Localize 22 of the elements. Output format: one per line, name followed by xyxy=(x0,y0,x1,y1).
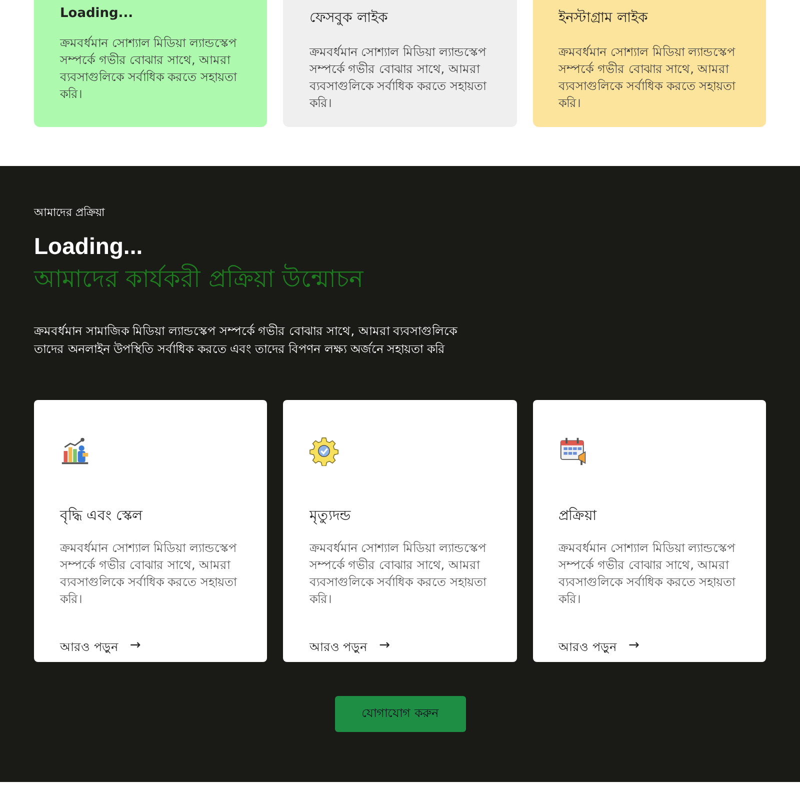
bar-chart-icon xyxy=(60,436,90,466)
read-more-link[interactable]: আরও পড়ুন → xyxy=(309,638,390,658)
section-label: আমাদের প্রক্রিয়া xyxy=(34,205,106,221)
card-text: ক্রমবর্ধমান সোশ্যাল মিডিয়া ল্যান্ডস্কেপ সম্পর্কে গভীর বোঝার সাথে, আমরা ব্যবসাগুলিকে সর্বাধিক করতে সহায়তা করি। xyxy=(60,540,238,608)
card-title: ফেসবুক লাইক xyxy=(309,8,389,28)
card-title: মৃত্যুদন্ড xyxy=(309,507,352,526)
card-title: Loading... xyxy=(60,6,134,21)
gear-check-icon xyxy=(309,436,340,466)
read-more-link[interactable]: আরও পড়ুন → xyxy=(60,638,141,658)
card-text: ক্রমবর্ধমান সোশ্যাল মিডিয়া ল্যান্ডস্কেপ সম্পর্কে গভীর বোঝার সাথে, আমরা ব্যবসাগুলিকে সর্বাধিক করতে সহায়তা করি। xyxy=(309,540,488,608)
section-subtitle: আমাদের কার্যকরী প্রক্রিয়া উন্মোচন xyxy=(34,262,365,295)
contact-button[interactable]: যোগাযোগ করুন xyxy=(334,696,466,732)
section-description: ক্রমবর্ধমান সামাজিক মিডিয়া ল্যান্ডস্কেপ সম্পর্কে গভীর বোঝার সাথে, আমরা ব্যবসাগুলিকে তাদের অনলাইন উপস্থিতি সর্বাধিক করতে এবং তাদের বিপণন লক্ষ্য অর্জনে সহায়তা করি xyxy=(34,322,458,358)
read-more-link[interactable]: আরও পড়ুন → xyxy=(558,638,640,658)
card-text: ক্রমবর্ধমান সোশ্যাল মিডিয়া ল্যান্ডস্কেপ সম্পর্কে গভীর বোঝার সাথে, আমরা ব্যবসাগুলিকে সর্বাধিক করতে সহায়তা করি। xyxy=(60,35,238,103)
card-title: প্রক্রিয়া xyxy=(558,506,598,526)
card-title: বৃদ্ধি এবং স্কেল xyxy=(60,506,144,526)
card-text: ক্রমবর্ধমান সোশ্যাল মিডিয়া ল্যান্ডস্কেপ সম্পর্কে গভীর বোঝার সাথে, আমরা ব্যবসাগুলিকে সর্বাধিক করতে সহায়তা করি। xyxy=(558,44,737,112)
card-title: ইনস্টাগ্রাম লাইক xyxy=(558,8,650,28)
card-text: ক্রমবর্ধমান সোশ্যাল মিডিয়া ল্যান্ডস্কেপ সম্পর্কে গভীর বোঝার সাথে, আমরা ব্যবসাগুলিকে সর্বাধিক করতে সহায়তা করি। xyxy=(309,44,488,112)
section-title: Loading... xyxy=(34,233,144,260)
card-text: ক্রমবর্ধমান সোশ্যাল মিডিয়া ল্যান্ডস্কেপ সম্পর্কে গভীর বোঝার সাথে, আমরা ব্যবসাগুলিকে সর্বাধিক করতে সহায়তা করি। xyxy=(558,540,737,608)
